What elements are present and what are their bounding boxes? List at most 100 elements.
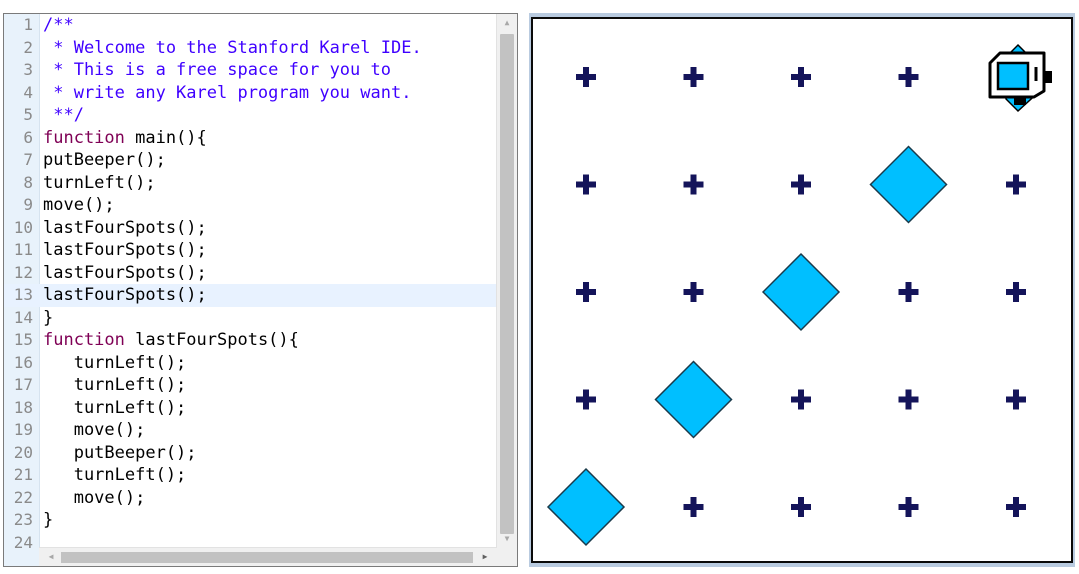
- code-text: turnLeft();: [43, 352, 187, 373]
- line-number: 12: [13, 262, 33, 282]
- code-line[interactable]: 10 lastFourSpots();: [4, 217, 497, 240]
- scroll-up-arrow-icon[interactable]: ▲: [497, 14, 517, 32]
- corner-marker-bar: [690, 174, 697, 195]
- corner-marker-icon: [683, 174, 704, 195]
- code-line[interactable]: 23}: [4, 509, 497, 532]
- karel-screen: [996, 61, 1030, 91]
- corner-marker-bar: [583, 67, 589, 87]
- code-line[interactable]: 14}: [4, 307, 497, 330]
- corner-marker-icon: [576, 389, 596, 410]
- code-line[interactable]: 16 turnLeft();: [4, 352, 497, 375]
- code-text: * write any Karel program you want.: [43, 82, 412, 103]
- code-line[interactable]: 9 move();: [4, 194, 497, 217]
- corner-marker-bar: [798, 174, 804, 195]
- code-text: move();: [43, 195, 115, 215]
- line-number: 13: [13, 285, 33, 304]
- code-text: turnLeft();: [43, 465, 187, 485]
- corner-marker-bar: [1013, 389, 1019, 410]
- code-line[interactable]: 8 turnLeft();: [4, 172, 497, 195]
- corner-marker-icon: [576, 67, 596, 87]
- code-text: turnLeft();: [43, 375, 187, 395]
- corner-marker-icon: [791, 389, 811, 410]
- line-number: 11: [13, 240, 33, 259]
- scroll-left-arrow-icon[interactable]: ◀: [43, 548, 59, 566]
- karel-foot: [1044, 71, 1052, 83]
- code-line[interactable]: 15 function lastFourSpots(){: [4, 329, 497, 352]
- line-number: 24: [13, 532, 33, 552]
- code-line[interactable]: 11 lastFourSpots();: [4, 239, 497, 262]
- code-line[interactable]: 20 putBeeper();: [4, 442, 497, 465]
- corner-marker-bar: [1013, 174, 1019, 195]
- code-text: lastFourSpots();: [43, 240, 207, 260]
- vertical-scrollbar[interactable]: ▲ ▼: [496, 14, 517, 566]
- line-number: 5: [23, 105, 33, 124]
- line-number: 4: [23, 82, 33, 102]
- beeper-icon: [761, 252, 841, 332]
- code-text: turnLeft();: [43, 397, 187, 418]
- vertical-scroll-thumb[interactable]: [500, 34, 514, 534]
- corner-marker-icon: [1006, 282, 1026, 302]
- line-number: 14: [13, 307, 33, 327]
- code-line[interactable]: 18 turnLeft();: [4, 397, 497, 420]
- code-line[interactable]: 5 **/: [4, 104, 497, 127]
- corner-marker-icon: [683, 497, 704, 517]
- function-keyword: function: [43, 330, 125, 350]
- code-line[interactable]: 4 * write any Karel program you want.: [4, 82, 497, 105]
- code-line[interactable]: 17 turnLeft();: [4, 374, 497, 397]
- code-editor[interactable]: 1/** 2 * Welcome to the Stanford Karel ID…: [3, 13, 518, 567]
- code-text: putBeeper();: [43, 442, 197, 463]
- corner-marker-icon: [791, 174, 811, 195]
- code-text: function lastFourSpots(){: [43, 329, 299, 352]
- corner-marker-icon: [898, 282, 919, 302]
- corner-marker-icon: [1006, 389, 1026, 410]
- code-text: lastFourSpots();: [43, 285, 207, 305]
- corner-marker-bar: [1013, 282, 1019, 302]
- code-line[interactable]: 1 /**: [4, 14, 497, 37]
- line-number: 2: [23, 37, 33, 57]
- code-lines[interactable]: 1/** 2 * Welcome to the Stanford Karel ID…: [4, 14, 497, 554]
- karel-foot: [1014, 97, 1026, 105]
- code-text: turnLeft();: [43, 172, 156, 193]
- beeper-icon: [654, 360, 733, 439]
- corner-marker-icon: [1006, 174, 1026, 195]
- corner-marker-bar: [798, 67, 804, 87]
- line-number: 17: [13, 375, 33, 394]
- scroll-right-arrow-icon[interactable]: ▶: [477, 548, 493, 566]
- karel-world-frame: [529, 13, 1075, 567]
- code-line[interactable]: 2 * Welcome to the Stanford Karel IDE.: [4, 37, 497, 60]
- corner-marker-icon: [576, 282, 596, 302]
- code-line[interactable]: 19 move();: [4, 419, 497, 442]
- corner-marker-bar: [690, 282, 697, 302]
- function-signature: main(){: [124, 127, 207, 148]
- beeper-icon: [869, 145, 948, 224]
- scroll-down-arrow-icon[interactable]: ▼: [497, 530, 517, 548]
- corner-marker-bar: [690, 67, 697, 87]
- corner-marker-bar: [583, 174, 589, 195]
- corner-marker-icon: [898, 389, 919, 410]
- line-number: 16: [13, 352, 33, 372]
- corner-marker-bar: [583, 282, 589, 302]
- horizontal-scroll-thumb[interactable]: [61, 552, 473, 563]
- code-line[interactable]: 13 lastFourSpots();: [4, 284, 497, 307]
- code-line[interactable]: 21 turnLeft();: [4, 464, 497, 487]
- corner-marker-bar: [798, 497, 804, 517]
- line-number: 23: [13, 510, 33, 529]
- code-text: /**: [43, 15, 74, 35]
- code-text: function main(){: [43, 127, 207, 150]
- code-line[interactable]: 22 move();: [4, 487, 497, 510]
- code-line[interactable]: 12 lastFourSpots();: [4, 262, 497, 285]
- horizontal-scrollbar[interactable]: ◀ ▶: [39, 547, 497, 566]
- code-text: lastFourSpots();: [43, 217, 207, 238]
- corner-marker-bar: [583, 389, 589, 410]
- corner-marker-bar: [798, 389, 804, 410]
- code-line[interactable]: 6 function main(){: [4, 127, 497, 150]
- function-signature: lastFourSpots(){: [124, 330, 299, 350]
- corner-marker-bar: [1013, 497, 1019, 517]
- corner-marker-icon: [683, 67, 704, 87]
- code-text: }: [43, 510, 54, 530]
- function-keyword: function: [43, 127, 125, 148]
- corner-marker-bar: [690, 497, 697, 517]
- code-line[interactable]: 3 * This is a free space for you to: [4, 59, 497, 82]
- code-line[interactable]: 7 putBeeper();: [4, 149, 497, 172]
- corner-marker-icon: [898, 497, 919, 517]
